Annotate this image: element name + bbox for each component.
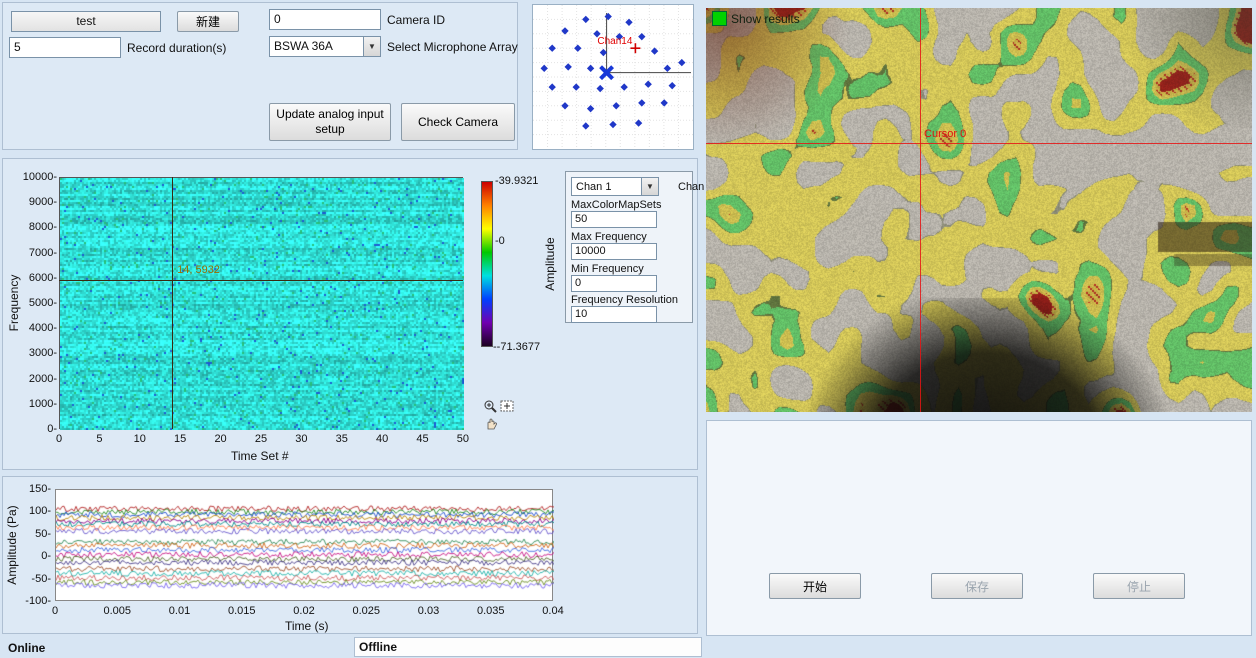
channel-label: Chan <box>678 181 704 193</box>
update-analog-input-button[interactable]: Update analog input setup <box>269 103 391 141</box>
new-session-button[interactable]: 新建 <box>177 11 239 32</box>
waveform-y-ticks: 150100500-50-100 <box>11 482 51 608</box>
spectrogram-x-axis-label: Time Set # <box>231 449 289 463</box>
show-results-label: Show results <box>731 12 800 26</box>
colorbar-min-label: --71.3677 <box>493 341 540 353</box>
colorbar-axis-label: Amplitude <box>543 214 559 314</box>
run-control-panel: 开始 保存 停止 <box>706 420 1252 636</box>
record-duration-label: Record duration(s) <box>127 41 226 55</box>
app-root: test 新建 5 Record duration(s) 0 Camera ID… <box>0 0 1256 658</box>
spectrogram-x-ticks: 05101520253035404550 <box>42 433 480 445</box>
camera-id-label: Camera ID <box>387 13 445 27</box>
online-status-label: Online <box>8 641 45 655</box>
frequency-resolution-field[interactable]: 10 <box>571 306 657 323</box>
spectrogram-y-ticks: 1000090008000700060005000400030002000100… <box>15 170 57 436</box>
max-frequency-label: Max Frequency <box>571 231 647 243</box>
offline-status-label: Offline <box>359 640 397 654</box>
colorbar-mid-label: -0 <box>495 235 505 247</box>
mic-array-dropdown[interactable]: BSWA 36A ▼ <box>269 36 381 57</box>
stop-button[interactable]: 停止 <box>1093 573 1185 599</box>
colorbar-max-label: -39.9321 <box>495 175 538 187</box>
colorbar <box>481 181 493 347</box>
cursor-tool-icon[interactable] <box>499 399 515 413</box>
graph-tools <box>483 399 519 433</box>
waveform-x-axis-label: Time (s) <box>285 619 329 633</box>
min-frequency-field[interactable]: 0 <box>571 275 657 292</box>
offline-status-box: Offline <box>354 637 702 657</box>
mic-array-value: BSWA 36A <box>269 36 364 57</box>
show-results-toggle[interactable]: Show results <box>712 11 800 26</box>
session-name-field[interactable]: test <box>11 11 161 32</box>
record-duration-field[interactable]: 5 <box>9 37 121 58</box>
max-colormap-label: MaxColorMapSets <box>571 199 661 211</box>
spectrogram-panel: Frequency 100009000800070006000500040003… <box>2 158 698 470</box>
mic-array-label: Select Microphone Array <box>387 40 518 54</box>
zoom-tool-icon[interactable] <box>483 399 499 413</box>
pan-tool-icon[interactable] <box>483 416 499 430</box>
mic-array-plot[interactable]: Chan14 <box>532 4 694 150</box>
waveform-panel: Amplitude (Pa) 150100500-50-100 00.0050.… <box>2 476 698 634</box>
channel-value: Chan 1 <box>571 177 642 196</box>
max-colormap-field[interactable]: 50 <box>571 211 657 228</box>
beamforming-overlay-image[interactable] <box>706 8 1252 412</box>
chevron-down-icon[interactable]: ▼ <box>364 36 381 57</box>
config-panel: test 新建 5 Record duration(s) 0 Camera ID… <box>2 2 518 150</box>
camera-id-field[interactable]: 0 <box>269 9 381 30</box>
spectrogram-plot[interactable] <box>59 177 463 429</box>
waveform-x-ticks: 00.0050.010.0150.020.0250.030.0350.04 <box>35 605 573 617</box>
frequency-resolution-label: Frequency Resolution <box>571 294 678 306</box>
chevron-down-icon[interactable]: ▼ <box>642 177 659 196</box>
camera-view[interactable]: Show results Cursor 0 <box>706 8 1252 412</box>
checkbox-icon[interactable] <box>712 11 727 26</box>
mic-array-geometry: Chan14 <box>533 5 693 149</box>
min-frequency-label: Min Frequency <box>571 263 644 275</box>
start-button[interactable]: 开始 <box>769 573 861 599</box>
camera-cursor-label: Cursor 0 <box>924 128 966 140</box>
analysis-controls-box: Chan 1 ▼ Chan MaxColorMapSets 50 Max Fre… <box>565 171 693 323</box>
save-button[interactable]: 保存 <box>931 573 1023 599</box>
waveform-plot[interactable] <box>55 489 553 601</box>
spectrogram-cursor-label: 14, 5932 <box>177 264 220 276</box>
svg-text:Chan14: Chan14 <box>597 36 632 47</box>
max-frequency-field[interactable]: 10000 <box>571 243 657 260</box>
check-camera-button[interactable]: Check Camera <box>401 103 515 141</box>
channel-dropdown[interactable]: Chan 1 ▼ <box>571 177 659 196</box>
